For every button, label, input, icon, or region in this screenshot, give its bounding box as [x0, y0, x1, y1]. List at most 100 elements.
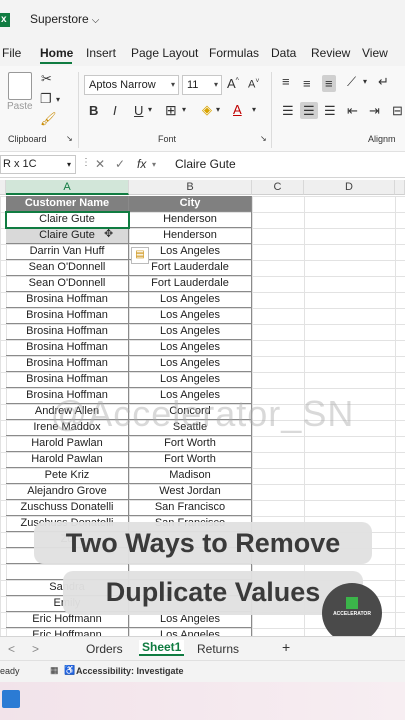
table-cell[interactable]: Henderson: [129, 212, 252, 228]
align-middle-icon[interactable]: ≡: [303, 77, 311, 90]
dialog-launcher-icon[interactable]: ↘: [260, 135, 267, 143]
italic-button[interactable]: I: [113, 104, 117, 117]
align-bottom-icon[interactable]: ≡: [322, 75, 336, 92]
prev-sheet-button[interactable]: <: [8, 642, 15, 656]
table-cell[interactable]: San Francisco: [129, 500, 252, 516]
menu-data[interactable]: Data: [271, 46, 296, 60]
table-cell[interactable]: Brosina Hoffman: [6, 324, 129, 340]
next-sheet-button[interactable]: >: [32, 642, 39, 656]
table-cell[interactable]: Madison: [129, 468, 252, 484]
paste-options-icon[interactable]: ▤: [131, 247, 149, 264]
table-cell[interactable]: Zuschuss Donatelli: [6, 500, 129, 516]
decrease-indent-icon[interactable]: ⇤: [347, 104, 358, 117]
format-painter-icon[interactable]: 🖌: [40, 112, 57, 125]
cut-icon[interactable]: ✂: [41, 72, 52, 85]
table-cell[interactable]: Sean O'Donnell: [6, 276, 129, 292]
decrease-font-size-icon[interactable]: A˅: [248, 78, 259, 91]
font-size-select[interactable]: 11 ▾: [182, 75, 222, 95]
wrap-text-icon[interactable]: ↵: [378, 75, 389, 88]
table-cell[interactable]: Los Angeles: [129, 340, 252, 356]
paste-icon[interactable]: [8, 72, 32, 100]
table-cell[interactable]: Brosina Hoffman: [6, 372, 129, 388]
table-cell[interactable]: Los Angeles: [129, 356, 252, 372]
fill-color-icon[interactable]: ◈: [202, 103, 212, 116]
table-cell[interactable]: Los Angeles: [129, 292, 252, 308]
increase-font-size-icon[interactable]: A^: [227, 77, 239, 90]
align-right-icon[interactable]: ☰: [324, 104, 336, 117]
column-header-d[interactable]: D: [304, 180, 395, 195]
sheet-tab-sheet1[interactable]: Sheet1: [139, 640, 185, 656]
column-header-a[interactable]: A: [6, 180, 129, 195]
table-header-cell[interactable]: Customer Name: [6, 196, 129, 212]
table-cell[interactable]: Brosina Hoffman: [6, 308, 129, 324]
excel-app-icon[interactable]: x: [0, 13, 10, 27]
table-cell[interactable]: Los Angeles: [129, 628, 252, 636]
chevron-down-icon[interactable]: ▾: [152, 160, 156, 169]
table-cell[interactable]: Brosina Hoffman: [6, 292, 129, 308]
chevron-down-icon[interactable]: ▾: [56, 96, 60, 104]
table-cell[interactable]: Harold Pawlan: [6, 436, 129, 452]
table-cell[interactable]: Sean O'Donnell: [6, 260, 129, 276]
table-cell[interactable]: Los Angeles: [129, 324, 252, 340]
table-cell[interactable]: Pete Kriz: [6, 468, 129, 484]
table-cell[interactable]: Darrin Van Huff: [6, 244, 129, 260]
add-sheet-button[interactable]: +: [282, 639, 290, 655]
accessibility-icon[interactable]: ♿: [64, 665, 75, 676]
align-center-icon[interactable]: ☰: [300, 102, 318, 119]
menu-page-layout[interactable]: Page Layout: [131, 46, 198, 60]
table-cell[interactable]: Henderson: [129, 228, 252, 244]
formula-input[interactable]: Claire Gute: [175, 157, 236, 171]
borders-icon[interactable]: ⊞: [165, 103, 177, 117]
column-header-e[interactable]: [395, 180, 405, 195]
table-cell[interactable]: Fort Worth: [129, 436, 252, 452]
menu-insert[interactable]: Insert: [86, 46, 116, 60]
column-header-c[interactable]: C: [252, 180, 304, 195]
title-overlay: Two Ways to Remove Duplicate Values: [34, 522, 372, 622]
chevron-down-icon[interactable]: ▾: [216, 106, 220, 114]
column-header-b[interactable]: B: [129, 180, 252, 195]
sheet-tab-orders[interactable]: Orders: [86, 642, 123, 656]
table-cell[interactable]: Los Angeles: [129, 308, 252, 324]
increase-indent-icon[interactable]: ⇥: [369, 104, 380, 117]
insert-function-button[interactable]: fx: [137, 157, 146, 171]
macro-icon[interactable]: ▦: [50, 665, 59, 676]
menu-view[interactable]: View: [362, 46, 388, 60]
chevron-down-icon[interactable]: ▾: [363, 78, 367, 86]
window-title[interactable]: Superstore ⌵: [30, 12, 99, 26]
align-left-icon[interactable]: ☰: [282, 104, 294, 117]
copy-icon[interactable]: ❐: [40, 92, 52, 105]
table-cell[interactable]: Fort Lauderdale: [129, 276, 252, 292]
table-header-cell[interactable]: City: [129, 196, 252, 212]
table-cell[interactable]: West Jordan: [129, 484, 252, 500]
menu-formulas[interactable]: Formulas: [209, 46, 259, 60]
name-box[interactable]: R x 1C ▾: [0, 155, 76, 174]
table-cell[interactable]: Alejandro Grove: [6, 484, 129, 500]
paste-label[interactable]: Paste: [7, 102, 33, 112]
more-icon[interactable]: ⋮: [81, 157, 91, 168]
dialog-launcher-icon[interactable]: ↘: [66, 135, 73, 143]
task-view-icon[interactable]: [2, 690, 20, 708]
accessibility-status[interactable]: Accessibility: Investigate: [76, 666, 184, 676]
underline-button[interactable]: U: [134, 104, 143, 117]
table-cell[interactable]: Brosina Hoffman: [6, 356, 129, 372]
table-cell[interactable]: Fort Worth: [129, 452, 252, 468]
table-cell[interactable]: Eric Hoffmann: [6, 628, 129, 636]
table-cell[interactable]: Brosina Hoffman: [6, 340, 129, 356]
font-color-icon[interactable]: A: [233, 103, 242, 116]
orientation-icon[interactable]: ⟋: [347, 75, 356, 88]
font-name-select[interactable]: Aptos Narrow ▾: [84, 75, 179, 95]
table-cell[interactable]: Los Angeles: [129, 372, 252, 388]
menu-file[interactable]: File: [2, 46, 21, 60]
merge-center-icon[interactable]: ⊟: [392, 104, 403, 117]
cancel-icon[interactable]: ✕: [95, 157, 105, 171]
table-cell[interactable]: Harold Pawlan: [6, 452, 129, 468]
align-top-icon[interactable]: ≡: [282, 75, 290, 88]
enter-icon[interactable]: ✓: [115, 157, 125, 171]
chevron-down-icon[interactable]: ▾: [148, 106, 152, 114]
chevron-down-icon[interactable]: ▾: [252, 106, 256, 114]
chevron-down-icon[interactable]: ▾: [182, 106, 186, 114]
sheet-tab-returns[interactable]: Returns: [197, 642, 239, 656]
menu-review[interactable]: Review: [311, 46, 350, 60]
menu-home[interactable]: Home: [40, 46, 73, 60]
bold-button[interactable]: B: [89, 104, 98, 117]
